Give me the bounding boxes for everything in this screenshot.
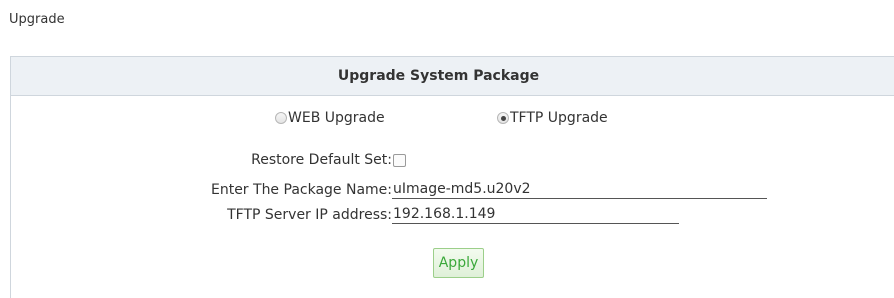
package-name-input[interactable] [392,181,767,199]
upgrade-mode-group: WEB Upgrade TFTP Upgrade [11,110,894,130]
web-upgrade-radio-circle[interactable] [275,112,287,124]
tftp-upgrade-label: TFTP Upgrade [510,110,608,126]
tftp-server-ip-label: TFTP Server IP address: [227,207,392,223]
tftp-upgrade-radio[interactable]: TFTP Upgrade [497,110,608,126]
tftp-upgrade-radio-circle[interactable] [497,112,509,124]
restore-default-label: Restore Default Set: [251,152,392,168]
package-name-label: Enter The Package Name: [210,182,392,198]
panel-title: Upgrade System Package [337,68,540,84]
restore-default-row: Restore Default Set: [11,152,406,168]
package-name-row: Enter The Package Name: [11,181,767,199]
page-title: Upgrade [9,12,65,27]
tftp-server-ip-input[interactable] [392,206,679,224]
upgrade-panel: Upgrade System Package WEB Upgrade TFTP … [10,56,894,298]
web-upgrade-radio[interactable]: WEB Upgrade [275,110,385,126]
web-upgrade-label: WEB Upgrade [288,110,385,126]
restore-default-checkbox[interactable] [393,153,406,167]
tftp-server-ip-row: TFTP Server IP address: [11,206,679,224]
panel-header: Upgrade System Package [11,57,894,96]
apply-button[interactable]: Apply [433,248,484,278]
